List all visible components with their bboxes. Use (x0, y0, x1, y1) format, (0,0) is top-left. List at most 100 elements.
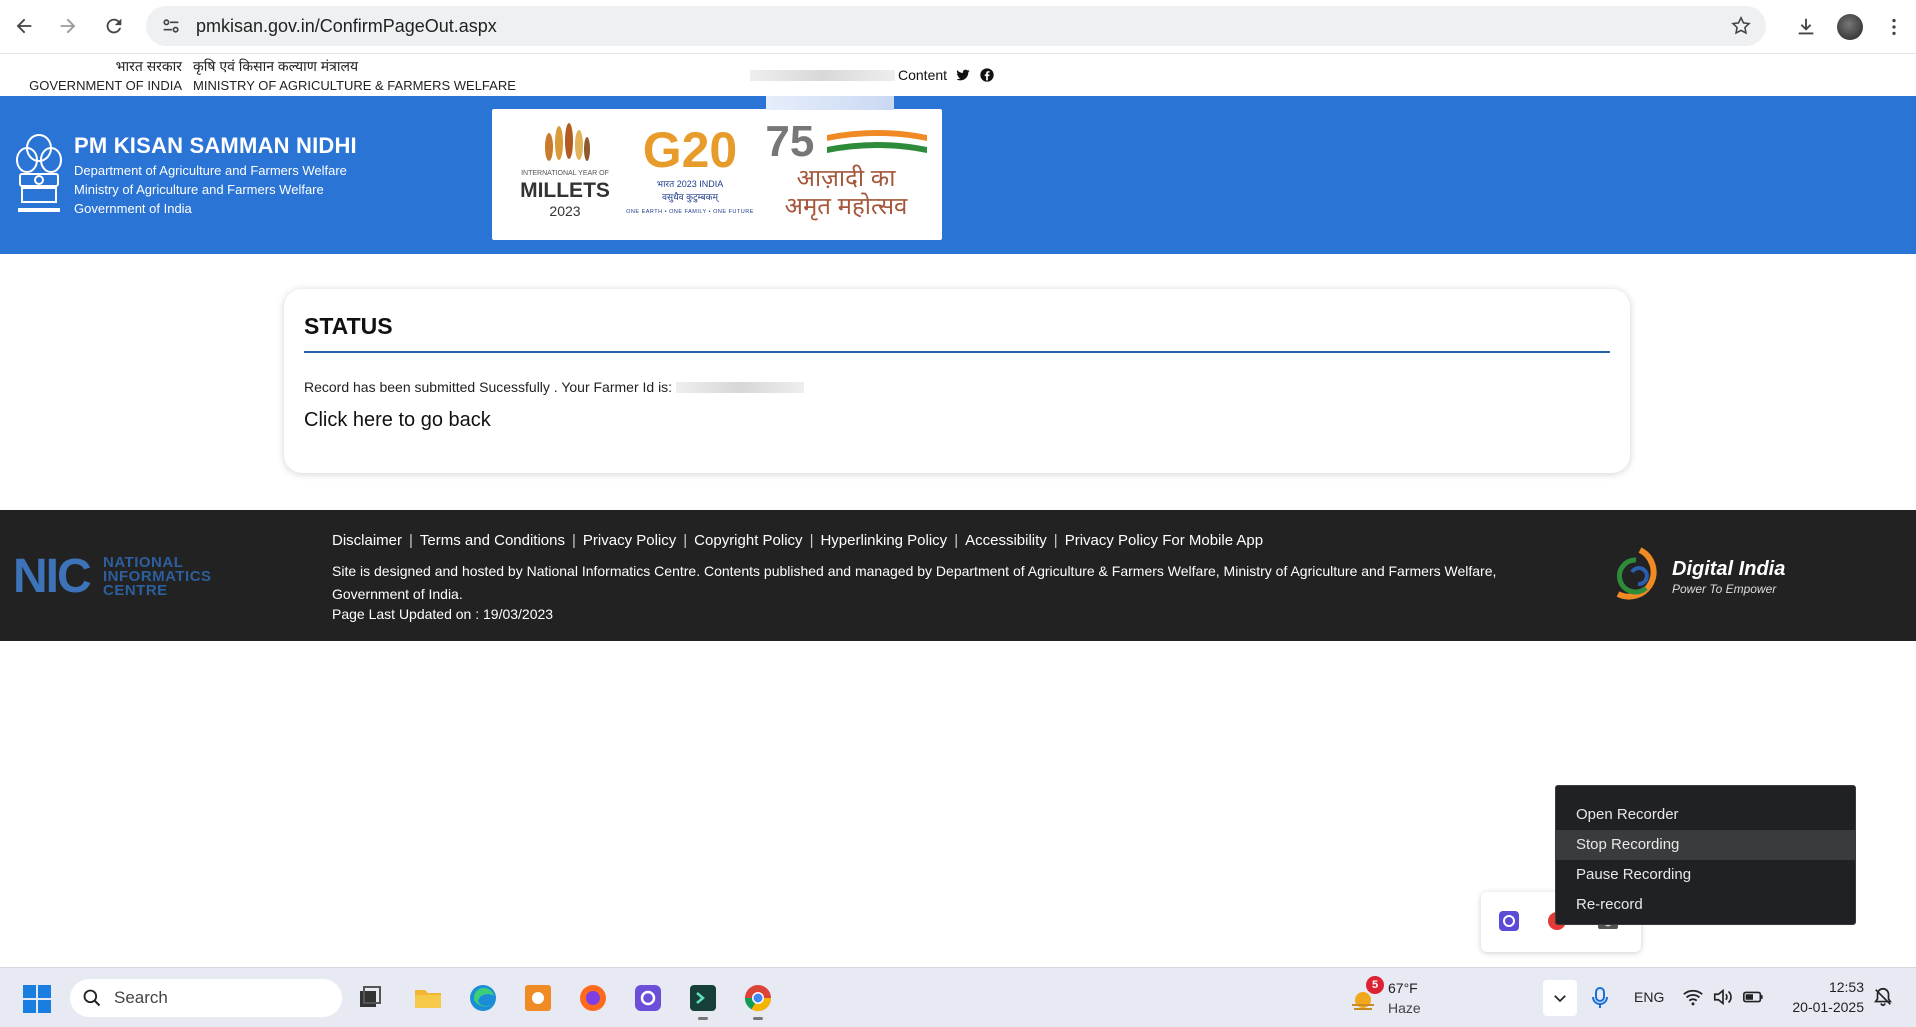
millets-top-text: INTERNATIONAL YEAR OF (521, 170, 609, 177)
running-indicator (753, 1017, 763, 1020)
wifi-icon[interactable] (1682, 986, 1704, 1008)
clock[interactable]: 12:53 20-01-2025 (1782, 977, 1864, 1017)
pause-recording-item[interactable]: Pause Recording (1556, 860, 1855, 890)
azadi-number: 75 (765, 117, 815, 166)
more-vert-icon (1892, 18, 1896, 36)
volume-icon[interactable] (1712, 986, 1734, 1008)
hyperlinking-policy-link[interactable]: Hyperlinking Policy (820, 532, 947, 549)
stop-recording-item[interactable]: Stop Recording (1556, 830, 1855, 860)
show-hidden-icons-button[interactable] (1543, 980, 1577, 1016)
bookmark-star-icon[interactable] (1730, 15, 1752, 37)
redacted-link (750, 69, 895, 81)
redacted-farmer-id (676, 381, 805, 393)
forward-button[interactable] (46, 4, 90, 48)
digital-india-logo[interactable]: Digital India Power To Empower (1608, 544, 1798, 610)
app-terminal-icon (690, 985, 716, 1011)
download-icon (1798, 18, 1814, 35)
url-text[interactable]: pmkisan.gov.in/ConfirmPageOut.aspx (196, 16, 497, 37)
terms-link[interactable]: Terms and Conditions (420, 532, 565, 549)
azadi-75: 75 (756, 119, 936, 165)
app-terminal-button[interactable] (685, 980, 721, 1020)
govt-line: Government of India (74, 201, 192, 216)
top-links: Content (750, 67, 995, 83)
chrome-button[interactable] (740, 980, 776, 1020)
copyright-policy-link[interactable]: Copyright Policy (694, 532, 802, 549)
footer-links: Disclaimer | Terms and Conditions | Privac… (332, 532, 1264, 549)
windows-start-icon[interactable] (22, 984, 52, 1014)
edge-button[interactable] (465, 980, 501, 1016)
accessibility-link[interactable]: Accessibility (965, 532, 1047, 549)
weather-condition: Haze (1388, 1000, 1421, 1016)
last-updated-label: Page Last Updated on : (332, 606, 483, 622)
site-subtitle: Department of Agriculture and Farmers We… (74, 161, 347, 218)
arrow-right-icon (60, 18, 76, 34)
go-back-link[interactable]: Click here to go back (304, 409, 491, 432)
app-orange-button[interactable] (520, 980, 556, 1016)
weather-temp: 67°F (1388, 980, 1418, 996)
divider (304, 351, 1610, 353)
battery-icon[interactable] (1742, 986, 1764, 1008)
edge-icon (470, 985, 496, 1011)
input-language[interactable]: ENG (1634, 989, 1664, 1005)
chrome-menu-button[interactable] (1872, 5, 1916, 49)
chevron-down-icon (1554, 995, 1566, 1003)
browser-toolbar: pmkisan.gov.in/ConfirmPageOut.aspx (0, 0, 1916, 54)
weather-widget[interactable]: 5 67°F Haze (1350, 976, 1460, 1020)
app-purple-button[interactable] (630, 980, 666, 1016)
g20-word: G20 (642, 122, 738, 178)
status-message: Record has been submitted Sucessfully . … (304, 379, 805, 395)
reload-button[interactable] (92, 4, 136, 48)
notification-bell-icon[interactable] (1872, 986, 1894, 1008)
recorder-context-menu: Open Recorder Stop Recording Pause Recor… (1555, 785, 1856, 925)
file-explorer-button[interactable] (410, 980, 446, 1016)
facebook-icon[interactable] (979, 67, 995, 83)
status-heading: STATUS (304, 313, 393, 339)
running-indicator (698, 1017, 708, 1020)
nic-logo[interactable]: NIC NATIONAL INFORMATICS CENTRE (13, 552, 237, 604)
search-label: Search (114, 988, 168, 1007)
recorder-app-icon[interactable] (1498, 910, 1520, 932)
back-button[interactable] (2, 4, 46, 48)
millets-word: MILLETS (520, 179, 610, 202)
twitter-icon[interactable] (955, 67, 971, 83)
downloads-button[interactable] (1784, 5, 1828, 49)
avatar (1837, 14, 1863, 40)
microphone-icon[interactable] (1590, 986, 1610, 1010)
gov-india-hindi: भारत सरकार (115, 58, 182, 74)
site-title[interactable]: PM KISAN SAMMAN NIDHI (74, 133, 357, 159)
dept-line: Department of Agriculture and Farmers We… (74, 163, 347, 178)
mobile-privacy-link[interactable]: Privacy Policy For Mobile App (1065, 532, 1263, 549)
g20-hindi: वसुधैव कुटुम्बकम् (662, 192, 718, 202)
disclaimer-link[interactable]: Disclaimer (332, 532, 402, 549)
arrow-left-icon (16, 18, 32, 34)
system-tray[interactable] (1682, 986, 1764, 1008)
clock-date: 20-01-2025 (1792, 999, 1864, 1015)
g20-motto: ONE EARTH • ONE FAMILY • ONE FUTURE (626, 209, 754, 215)
nic-short: NIC (13, 550, 92, 603)
profile-button[interactable] (1828, 5, 1872, 49)
digital-india-tagline: Power To Empower (1672, 582, 1777, 596)
privacy-policy-link[interactable]: Privacy Policy (583, 532, 676, 549)
azadi-ka-amrit-mahotsav-logo: 75 आज़ादी का अमृत महोत्सव (756, 119, 936, 221)
open-recorder-item[interactable]: Open Recorder (1556, 800, 1855, 830)
national-emblem-icon (16, 134, 62, 212)
content-link[interactable]: Content (898, 67, 947, 83)
azadi-hindi-1: आज़ादी का (796, 165, 896, 192)
site-settings-icon[interactable] (160, 15, 182, 37)
status-message-text: Record has been submitted Sucessfully . … (304, 379, 673, 395)
address-bar[interactable]: pmkisan.gov.in/ConfirmPageOut.aspx (146, 6, 1766, 46)
last-updated: Page Last Updated on : 19/03/2023 (332, 606, 553, 622)
site-footer: NIC NATIONAL INFORMATICS CENTRE Disclaim… (0, 510, 1916, 641)
nic-line-3: CENTRE (103, 582, 168, 599)
task-view-button[interactable] (352, 980, 388, 1016)
tricolor-flag-icon (826, 130, 927, 154)
campaign-logos: INTERNATIONAL YEAR OF MILLETS 2023 G20 भ… (492, 109, 942, 240)
taskbar-search[interactable]: Search (70, 979, 342, 1017)
re-record-item[interactable]: Re-record (1556, 890, 1855, 920)
ministry-line: Ministry of Agriculture and Farmers Welf… (74, 182, 324, 197)
chrome-icon (744, 985, 772, 1012)
firefox-button[interactable] (575, 980, 611, 1016)
digital-india-title: Digital India (1672, 558, 1786, 580)
nic-long: NATIONAL INFORMATICS CENTRE (103, 555, 212, 599)
firefox-icon (580, 985, 606, 1011)
